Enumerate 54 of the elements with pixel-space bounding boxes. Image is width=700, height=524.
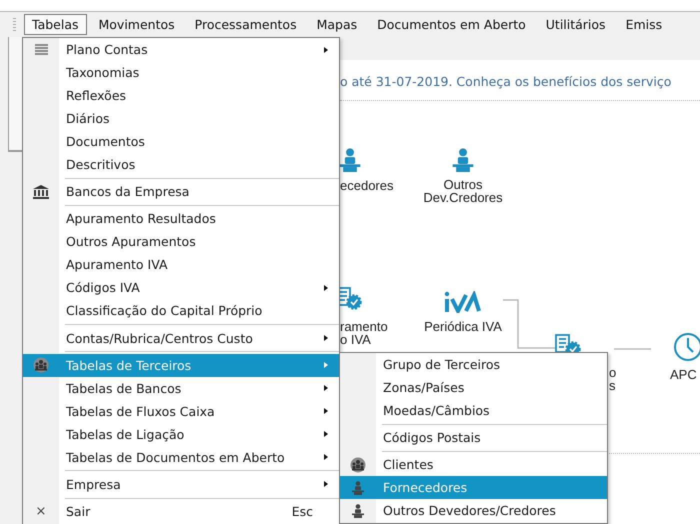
menu-item[interactable]: Diários [23,107,339,130]
menu-bar-item[interactable]: Utilitários [538,14,614,35]
person-desk-icon [351,504,365,518]
menu-item[interactable]: Contas/Rubrica/Centros Custo [23,326,339,350]
logo-icon[interactable] [444,291,482,313]
banner-text[interactable]: o até 31-07-2019. Conheça os benefícios dos serviço [340,74,672,89]
menu-item[interactable]: Apuramento IVA [23,253,339,276]
menu-item[interactable]: × Sair Esc [23,500,339,524]
menu-item[interactable]: Empresa [23,472,339,496]
shortcut-label[interactable]: Outros Dev.Credores [423,178,503,204]
person-desk-icon[interactable] [338,147,362,173]
connector-line [503,299,556,349]
sidebar-tab[interactable] [8,37,22,152]
shortcut-label[interactable]: Periódica IVA [424,320,502,333]
menu-item[interactable]: Outros Devedores/Credores [340,499,607,522]
menu-bar-item[interactable]: Emiss [618,14,670,35]
menu-item[interactable]: Plano Contas [23,38,339,61]
shortcut-label[interactable]: o s [609,366,616,392]
menu-item[interactable]: Documentos [23,130,339,153]
menu-item[interactable]: Zonas/Países [340,376,607,399]
bank-icon [33,184,49,199]
menu-item[interactable]: Outros Apuramentos [23,230,339,254]
connector-line [614,348,651,350]
menu-item[interactable]: Classificação do Capital Próprio [23,299,339,322]
close-icon[interactable]: × [36,504,46,520]
menu-item[interactable]: Moedas/Câmbios [340,399,607,422]
menu-bar-item[interactable]: Documentos em Aberto [369,14,534,35]
shortcut-label[interactable]: APC [670,368,697,381]
clock-icon[interactable] [673,332,700,362]
menu-item[interactable]: Tabelas de Bancos [23,376,339,400]
menu-item[interactable]: Grupo de Terceiros [340,353,607,376]
menu-item[interactable]: Clientes [340,453,607,476]
shortcut-key: Esc [292,504,313,520]
menu-item[interactable]: Taxonomias [23,61,339,84]
people-icon [33,357,49,374]
person-desk-icon [351,480,365,495]
menu-bar-item[interactable]: Movimentos [90,14,183,35]
menu-item[interactable]: Códigos Postais [340,426,607,450]
list-icon [34,44,48,55]
menu-item[interactable]: Bancos da Empresa [23,180,339,204]
people-icon [350,456,366,473]
menu-item[interactable]: Tabelas de Ligação [23,422,339,446]
menu-item[interactable]: Apuramento Resultados [23,207,339,230]
menu-item[interactable]: Descritivos [23,153,339,176]
menu-bar-item[interactable]: Tabelas [24,14,86,35]
menu-item[interactable]: Tabelas de Documentos em Aberto [23,446,339,469]
menu-bar-item[interactable]: Mapas [308,14,366,35]
shortcut-label[interactable]: ecedores [340,179,394,192]
menu-item[interactable]: Reflexões [23,84,339,107]
menu-item[interactable]: Tabelas de Fluxos Caixa [23,400,339,423]
person-desk-icon[interactable] [451,147,475,173]
menu-bar-item[interactable]: Processamentos [186,14,305,35]
shortcut-label[interactable]: ramento o IVA [340,320,388,346]
menu-item[interactable]: Códigos IVA [23,276,339,300]
